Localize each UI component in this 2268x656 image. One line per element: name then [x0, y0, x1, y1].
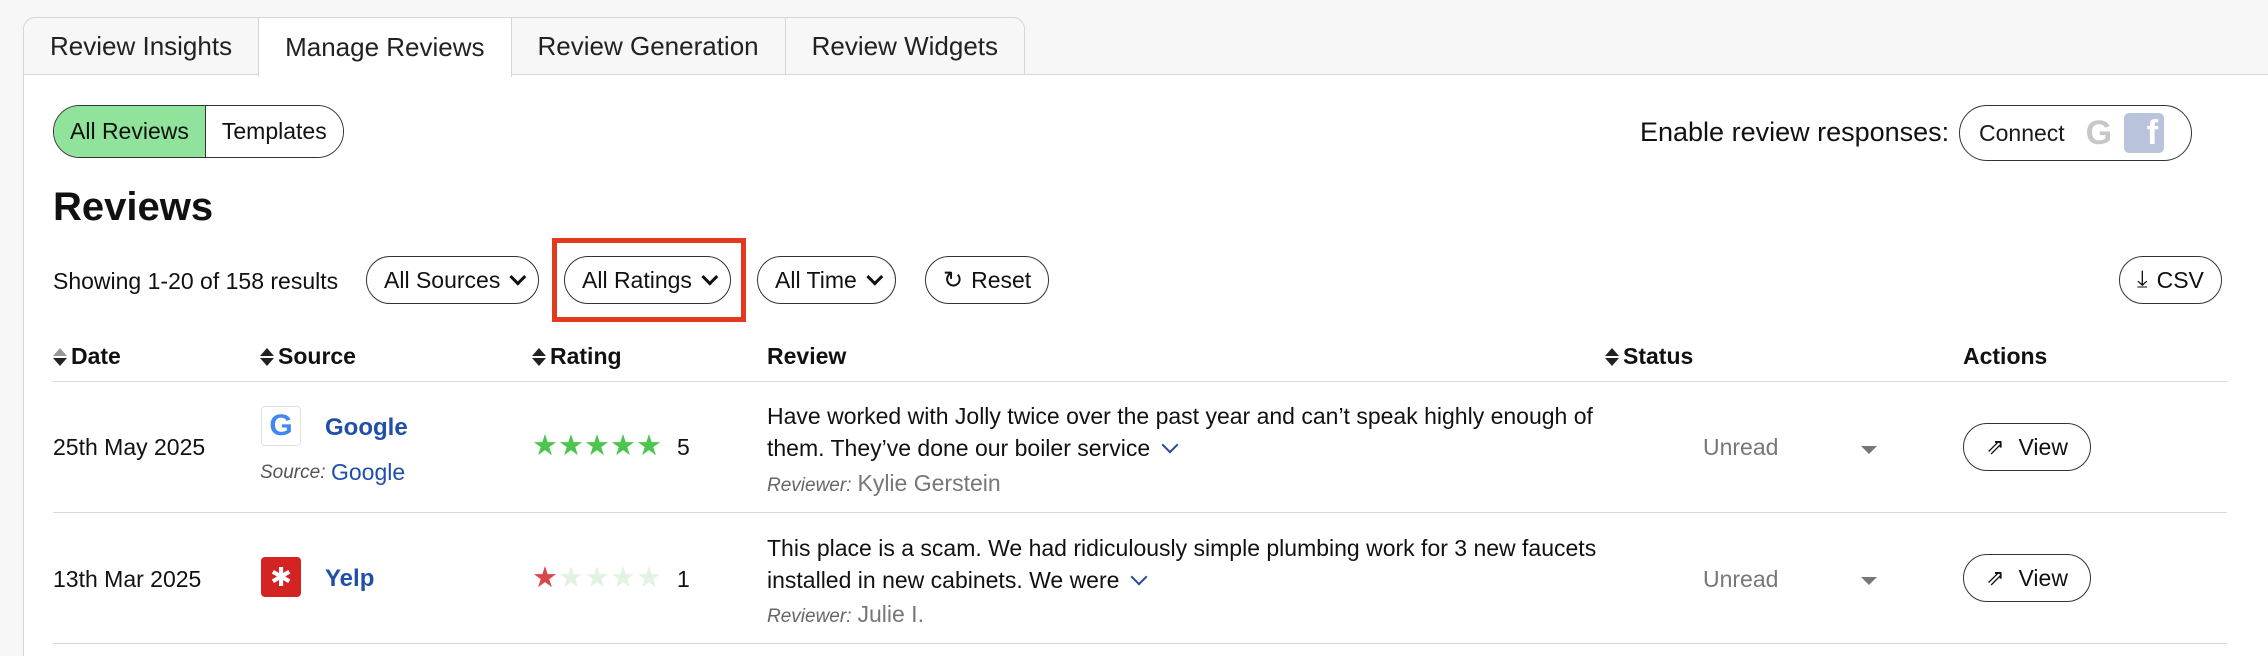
enable-responses-label: Enable review responses: [1640, 117, 1950, 147]
column-date[interactable]: Date [53, 343, 121, 370]
star-icon: ★ [636, 562, 662, 594]
reviewer-label: Reviewer: [767, 475, 852, 496]
google-icon: G [261, 406, 301, 446]
tab-review-generation[interactable]: Review Generation [510, 17, 786, 75]
review-date: 13th Mar 2025 [53, 566, 202, 592]
source-sub-label: Source: [260, 462, 326, 483]
source-link[interactable]: Google [325, 414, 408, 442]
expand-chevron-icon[interactable] [1161, 436, 1179, 454]
reviewer-label: Reviewer: [767, 606, 852, 627]
highlight-box [552, 238, 746, 322]
column-actions: Actions [1963, 343, 2047, 370]
reviewer-name: Julie I. [857, 601, 924, 627]
refresh-icon: ↻ [943, 266, 964, 294]
view-button[interactable]: ⇗ View [1963, 554, 2091, 602]
rating-value: 1 [677, 566, 690, 592]
review-date: 25th May 2025 [53, 434, 206, 460]
all-reviews-button[interactable]: All Reviews [54, 106, 206, 157]
star-icon: ★ [610, 562, 636, 594]
sources-filter[interactable]: All Sources [366, 256, 540, 304]
expand-chevron-icon[interactable] [1130, 568, 1148, 586]
reset-label: Reset [971, 266, 1032, 293]
source-link[interactable]: Yelp [325, 565, 374, 593]
column-rating-label: Rating [550, 343, 622, 369]
caret-down-icon[interactable] [1861, 577, 1877, 585]
sort-icon [260, 347, 274, 366]
column-review-label: Review [767, 343, 847, 369]
facebook-icon: f [2124, 113, 2165, 153]
tab-manage-reviews[interactable]: Manage Reviews [258, 17, 512, 77]
column-source-label: Source [278, 343, 356, 369]
tab-review-insights[interactable]: Review Insights [23, 17, 260, 75]
star-icon: ★ [636, 430, 662, 462]
connect-button[interactable]: Connect G f [1959, 105, 2192, 161]
divider [53, 512, 2227, 513]
divider [53, 643, 2227, 644]
caret-down-icon[interactable] [1861, 446, 1877, 454]
star-icon: ★ [584, 430, 610, 462]
review-body: This place is a scam. We had ridiculousl… [767, 535, 1597, 593]
tab-review-widgets[interactable]: Review Widgets [784, 17, 1026, 75]
view-button[interactable]: ⇗ View [1963, 423, 2091, 471]
sort-icon [532, 347, 546, 366]
time-filter-label: All Time [775, 266, 857, 293]
time-filter[interactable]: All Time [757, 256, 896, 304]
star-rating: ★ ★ ★ ★ ★ [532, 560, 662, 595]
rating-value: 5 [677, 434, 690, 460]
chevron-down-icon [866, 268, 884, 286]
column-rating[interactable]: Rating [532, 343, 622, 370]
star-rating: ★ ★ ★ ★ ★ [532, 428, 662, 463]
review-view-toggle: All Reviews Templates [53, 105, 344, 158]
chevron-down-icon [509, 268, 527, 286]
star-icon: ★ [584, 562, 610, 594]
csv-button[interactable]: ⤓ CSV [2119, 256, 2222, 304]
reviewer-name: Kylie Gerstein [857, 470, 1001, 496]
share-icon: ⇗ [1986, 565, 2005, 590]
csv-label: CSV [2156, 266, 2204, 293]
reviewer: Reviewer: Julie I. [767, 601, 924, 628]
column-actions-label: Actions [1963, 343, 2048, 369]
page-title: Reviews [53, 185, 214, 229]
google-icon: G [2085, 113, 2113, 152]
results-count: Showing 1-20 of 158 results [53, 268, 339, 294]
tab-bar: Review Insights Manage Reviews Review Ge… [23, 17, 1026, 77]
column-status[interactable]: Status [1605, 343, 1693, 370]
column-source[interactable]: Source [260, 343, 356, 370]
star-icon: ★ [558, 430, 584, 462]
templates-button[interactable]: Templates [205, 106, 343, 157]
reset-button[interactable]: ↻ Reset [925, 256, 1050, 304]
review-text: This place is a scam. We had ridiculousl… [767, 532, 1647, 596]
review-text: Have worked with Jolly twice over the pa… [767, 400, 1647, 464]
share-icon: ⇗ [1986, 434, 2005, 459]
status-select[interactable]: Unread [1703, 434, 1778, 461]
status-select[interactable]: Unread [1703, 566, 1778, 593]
view-label: View [2018, 564, 2068, 591]
download-icon: ⤓ [2137, 266, 2148, 293]
reviewer: Reviewer: Kylie Gerstein [767, 470, 1001, 497]
source-sub-link[interactable]: Google [331, 459, 405, 486]
column-date-label: Date [71, 343, 121, 369]
column-status-label: Status [1623, 343, 1694, 369]
star-icon: ★ [610, 430, 636, 462]
column-review: Review [767, 343, 846, 370]
view-label: View [2018, 433, 2068, 460]
sort-icon [53, 347, 67, 366]
star-icon: ★ [558, 562, 584, 594]
connect-label: Connect [1979, 119, 2065, 146]
star-icon: ★ [532, 562, 558, 594]
review-body: Have worked with Jolly twice over the pa… [767, 403, 1593, 461]
star-icon: ★ [532, 430, 558, 462]
sources-filter-label: All Sources [384, 266, 501, 293]
sort-icon [1605, 347, 1619, 366]
yelp-icon: ✱ [261, 557, 301, 597]
divider [53, 381, 2227, 382]
